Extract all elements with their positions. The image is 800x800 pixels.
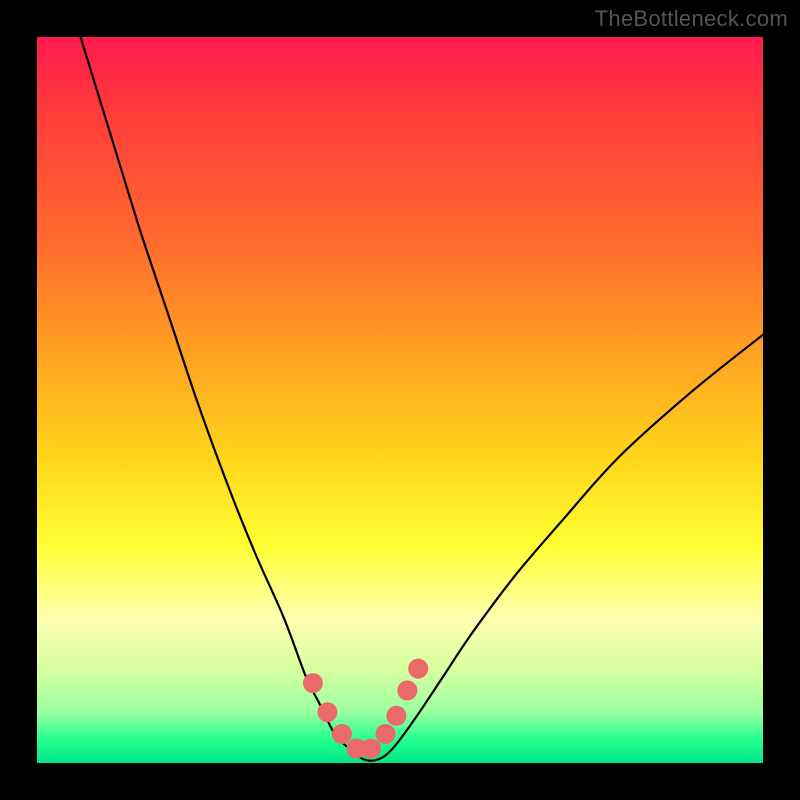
highlight-dot: [361, 739, 381, 759]
plot-area: [37, 37, 763, 763]
watermark-text: TheBottleneck.com: [595, 6, 788, 32]
highlight-dot: [303, 673, 323, 693]
chart-frame: TheBottleneck.com: [0, 0, 800, 800]
highlight-dot: [332, 724, 352, 744]
highlight-dot: [376, 724, 396, 744]
bottleneck-curve: [81, 37, 763, 761]
highlight-dot: [397, 680, 417, 700]
highlight-dot: [408, 659, 428, 679]
highlight-dot: [317, 702, 337, 722]
curve-overlay: [37, 37, 763, 763]
highlight-dot: [386, 706, 406, 726]
highlight-dots-group: [303, 659, 428, 759]
